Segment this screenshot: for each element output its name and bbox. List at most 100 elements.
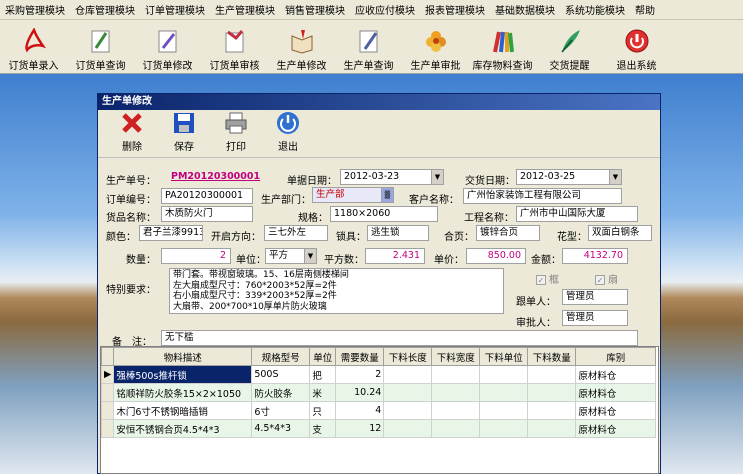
printer-icon bbox=[225, 112, 247, 134]
materials-table: 物料描述 规格型号 单位 需要数量 下料长度 下料宽度 下料单位 下料数量 库别… bbox=[100, 346, 659, 474]
production-order-edit-window: 生产单修改 删除 保存 打印 退出 生产单号： PM20120300001 单据… bbox=[97, 93, 661, 474]
exit-icon bbox=[625, 29, 648, 53]
save-button[interactable]: 保存 bbox=[164, 110, 204, 157]
menu-ar-ap[interactable]: 应收应付模块 bbox=[350, 2, 420, 17]
menu-basic-data[interactable]: 基础数据模块 bbox=[490, 2, 560, 17]
goods-field[interactable]: 木质防火门 bbox=[161, 206, 253, 222]
menu-warehouse[interactable]: 仓库管理模块 bbox=[70, 2, 140, 17]
amount-label: 金额： bbox=[531, 255, 561, 266]
col-material[interactable]: 物料描述 bbox=[113, 347, 253, 366]
table-row[interactable]: 木门6寸不锈钢暗插销 6寸 只 4 原材料仓 bbox=[101, 401, 657, 420]
frame-checkbox[interactable]: ✓ 框 bbox=[536, 271, 559, 286]
feather-doc-icon bbox=[91, 30, 109, 53]
table-header-row: 物料描述 规格型号 单位 需要数量 下料长度 下料宽度 下料单位 下料数量 库别 bbox=[101, 347, 657, 366]
checkmark-icon: ✓ bbox=[595, 275, 605, 285]
hinge-label: 合页： bbox=[444, 232, 474, 243]
po-no-field[interactable]: PA20120300001 bbox=[161, 188, 253, 204]
sqm-label: 平方数： bbox=[324, 255, 364, 266]
col-cut-length[interactable]: 下料长度 bbox=[383, 347, 433, 366]
special-label: 特别要求： bbox=[106, 285, 156, 296]
menu-system[interactable]: 系统功能模块 bbox=[560, 2, 630, 17]
production-query-button[interactable]: 生产单查询 bbox=[338, 22, 399, 72]
menu-production[interactable]: 生产管理模块 bbox=[210, 2, 280, 17]
delivery-date-label: 交货日期： bbox=[465, 176, 515, 187]
chevron-down-icon[interactable]: ▼ bbox=[304, 249, 316, 263]
menu-reports[interactable]: 报表管理模块 bbox=[420, 2, 490, 17]
special-requirements-textarea[interactable]: 带门套。带视窗玻璃。15、16层南侧楼梯间 左大扇成型尺寸：760*2003*5… bbox=[169, 268, 504, 314]
order-query-button[interactable]: 订货单查询 bbox=[70, 22, 131, 72]
spec-field[interactable]: 1180×2060 bbox=[330, 206, 438, 222]
remark-field[interactable]: 无下槛 bbox=[161, 330, 638, 346]
open-dir-label: 开启方向： bbox=[211, 232, 261, 243]
print-button[interactable]: 打印 bbox=[216, 110, 256, 157]
unit-select[interactable]: 平方 ▼ bbox=[265, 248, 317, 264]
fan-checkbox[interactable]: ✓ 扇 bbox=[595, 271, 618, 286]
project-label: 工程名称： bbox=[464, 213, 514, 224]
hinge-field[interactable]: 镀锌合页 bbox=[476, 225, 540, 241]
floppy-icon bbox=[174, 113, 194, 133]
delete-button[interactable]: 删除 bbox=[112, 110, 152, 157]
bird-doc-icon bbox=[225, 30, 243, 53]
menu-purchase[interactable]: 采购管理模块 bbox=[0, 2, 70, 17]
col-warehouse[interactable]: 库别 bbox=[575, 347, 657, 366]
book-icon bbox=[291, 30, 312, 54]
production-edit-button[interactable]: 生产单修改 bbox=[271, 22, 332, 72]
inventory-query-button[interactable]: 库存物料查询 bbox=[472, 22, 533, 72]
col-cut-width[interactable]: 下料宽度 bbox=[431, 347, 481, 366]
table-row[interactable]: 铭顺祥防火胶条15×2×1050 防火胶条 米 10.24 原材料仓 bbox=[101, 383, 657, 402]
col-spec[interactable]: 规格型号 bbox=[251, 347, 311, 366]
exit-button[interactable]: 退出 bbox=[268, 110, 308, 157]
chevron-down-icon[interactable]: ▼ bbox=[609, 170, 621, 184]
qty-field[interactable]: 2 bbox=[161, 248, 231, 264]
approver-label: 审批人： bbox=[516, 318, 556, 329]
project-field[interactable]: 广州市中山国际大厦 bbox=[516, 206, 638, 222]
order-edit-button[interactable]: 订货单修改 bbox=[137, 22, 198, 72]
col-cut-unit[interactable]: 下料单位 bbox=[479, 347, 529, 366]
customer-field[interactable]: 广州怡家装饰工程有限公司 bbox=[463, 188, 622, 204]
chevron-down-icon[interactable]: ▒ bbox=[381, 188, 393, 202]
menu-bar: 采购管理模块 仓库管理模块 订单管理模块 生产管理模块 销售管理模块 应收应付模… bbox=[0, 0, 743, 20]
table-row[interactable]: ▶ 强棒500s推杆锁 500S 把 2 原材料仓 bbox=[101, 365, 657, 384]
pattern-field[interactable]: 双面白钢条 bbox=[588, 225, 652, 241]
order-audit-button[interactable]: 订货单审核 bbox=[204, 22, 265, 72]
dept-label: 生产部门： bbox=[261, 195, 311, 206]
spec-label: 规格： bbox=[298, 213, 328, 224]
edit-doc-icon bbox=[158, 30, 176, 53]
amount-field[interactable]: 4132.70 bbox=[562, 248, 628, 264]
menu-order[interactable]: 订单管理模块 bbox=[140, 2, 210, 17]
production-approve-button[interactable]: 生产单审批 bbox=[405, 22, 466, 72]
col-qty[interactable]: 需要数量 bbox=[335, 347, 385, 366]
quill-icon bbox=[560, 30, 580, 53]
price-label: 单价： bbox=[434, 255, 464, 266]
delivery-reminder-button[interactable]: 交货提醒 bbox=[539, 22, 600, 72]
lock-field[interactable]: 逃生锁 bbox=[367, 225, 429, 241]
table-row[interactable]: 安恒不锈钢合页4.5*4*3 4.5*4*3 支 12 原材料仓 bbox=[101, 419, 657, 438]
po-no-label: 订单编号： bbox=[106, 195, 156, 206]
color-field[interactable]: 君子兰漆9913 bbox=[139, 225, 203, 241]
exit-system-button[interactable]: 退出系统 bbox=[606, 22, 667, 72]
col-cut-qty[interactable]: 下料数量 bbox=[527, 347, 577, 366]
order-entry-button[interactable]: 订货单录入 bbox=[3, 22, 64, 72]
doc-date-picker[interactable]: 2012-03-23 ▼ bbox=[340, 169, 444, 185]
dept-select[interactable]: 生产部 ▒ bbox=[312, 187, 394, 203]
order-no-value: PM20120300001 bbox=[171, 171, 261, 182]
menu-help[interactable]: 帮助 bbox=[630, 2, 660, 17]
pdf-icon bbox=[24, 28, 46, 53]
order-form: 生产单号： PM20120300001 单据日期： 2012-03-23 ▼ 交货… bbox=[98, 158, 660, 348]
sqm-field[interactable]: 2.431 bbox=[365, 248, 425, 264]
follower-label: 跟单人： bbox=[516, 297, 556, 308]
qty-label: 数量： bbox=[126, 255, 156, 266]
crayons-icon bbox=[492, 31, 514, 53]
col-unit[interactable]: 单位 bbox=[309, 347, 337, 366]
menu-sales[interactable]: 销售管理模块 bbox=[280, 2, 350, 17]
open-dir-field[interactable]: 三七外左 bbox=[264, 225, 328, 241]
approver-field[interactable]: 管理员 bbox=[562, 310, 628, 326]
delivery-date-picker[interactable]: 2012-03-25 ▼ bbox=[516, 169, 622, 185]
unit-label: 单位： bbox=[236, 255, 266, 266]
checkmark-icon: ✓ bbox=[536, 275, 546, 285]
price-field[interactable]: 850.00 bbox=[466, 248, 526, 264]
follower-field[interactable]: 管理员 bbox=[562, 289, 628, 305]
chevron-down-icon[interactable]: ▼ bbox=[431, 170, 443, 184]
lock-label: 锁具： bbox=[336, 232, 366, 243]
order-no-label: 生产单号： bbox=[106, 176, 156, 187]
